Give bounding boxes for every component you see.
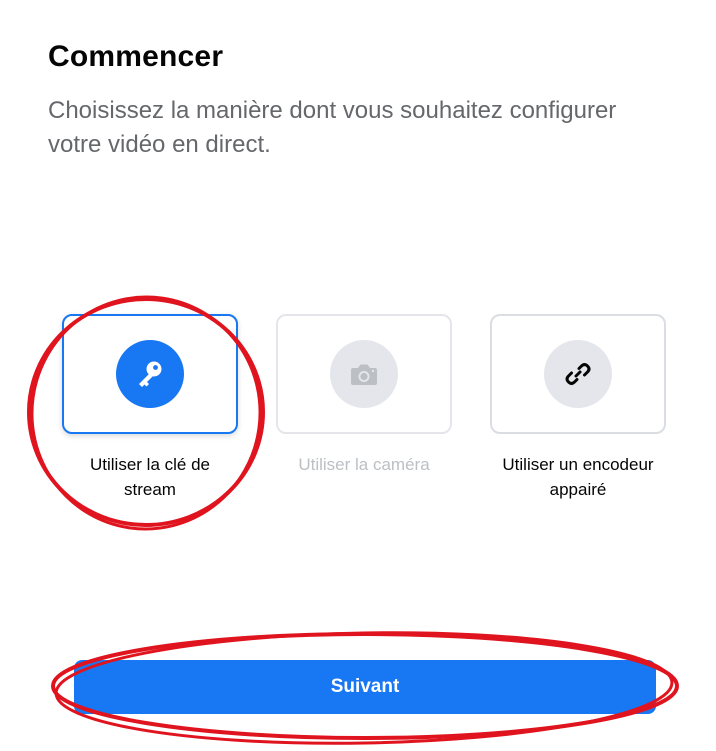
option-label: Utiliser la caméra: [298, 455, 430, 474]
page-title: Commencer: [48, 40, 224, 73]
next-button[interactable]: Suivant: [74, 660, 656, 714]
option-paired-encoder[interactable]: Utiliser un encodeur appairé: [490, 314, 670, 502]
option-label: Utiliser un encodeur appairé: [502, 455, 654, 499]
option-camera: Utiliser la caméra: [276, 314, 456, 477]
live-setup-dialog: Commencer Choisissez la manière dont vou…: [0, 0, 716, 751]
page-subtitle: Choisissez la manière dont vous souhaite…: [48, 97, 617, 158]
camera-icon: [330, 340, 398, 408]
option-label: Utiliser la clé de stream: [90, 455, 210, 499]
key-icon: [116, 340, 184, 408]
option-stream-key[interactable]: Utiliser la clé de stream: [62, 314, 242, 502]
option-card[interactable]: [490, 314, 666, 434]
option-card: [276, 314, 452, 434]
link-icon: [544, 340, 612, 408]
option-card[interactable]: [62, 314, 238, 434]
